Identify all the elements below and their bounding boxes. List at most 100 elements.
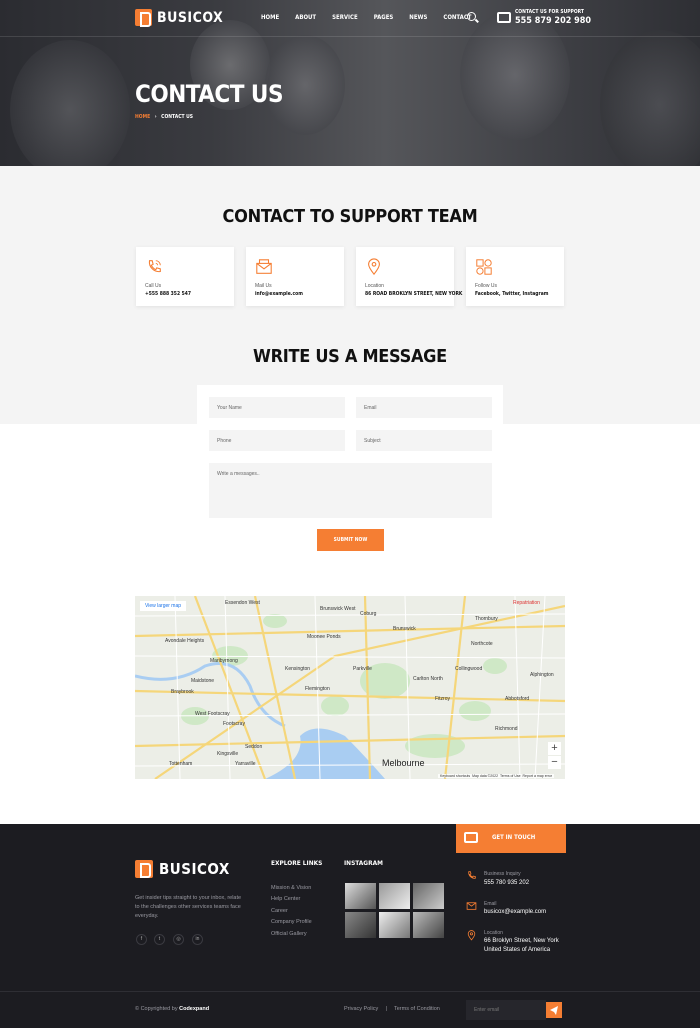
support-label: CONTACT US FOR SUPPORT [515, 9, 584, 15]
map-label: Northcote [471, 641, 493, 647]
map-label: Yarraville [235, 761, 256, 767]
explore-links-title: EXPLORE LINKS [271, 859, 323, 867]
contact-card-call[interactable]: Call Us +555 888 352 547 [136, 247, 234, 306]
phone-icon [468, 871, 476, 879]
breadcrumb-separator: › [154, 114, 157, 120]
map-label: Collingwood [455, 666, 483, 672]
breadcrumb-home[interactable]: HOME [135, 114, 150, 120]
phone-input[interactable]: Phone [209, 430, 345, 451]
map-label: Coburg [360, 611, 377, 617]
view-larger-map-link[interactable]: View larger map [140, 601, 187, 611]
email-input[interactable]: Email [356, 397, 492, 418]
map-footer-item: Map data ©2022 [472, 774, 499, 778]
location-icon [467, 930, 476, 941]
chat-icon [497, 12, 511, 23]
message-textarea[interactable]: Write a messages.. [209, 463, 492, 518]
footer-link[interactable]: Official Gallery [271, 931, 307, 937]
map-label: Maidstone [191, 678, 215, 684]
footer-link[interactable]: Mission & Vision [271, 885, 311, 891]
contact-label: Business Inquiry [484, 871, 521, 877]
map-city-label: Melbourne [382, 758, 425, 768]
page-title: CONTACT US [135, 80, 284, 108]
instagram-photo[interactable] [345, 883, 376, 909]
privacy-policy-link[interactable]: Privacy Policy [344, 1006, 378, 1012]
nav-item-about[interactable]: ABOUT [295, 14, 316, 21]
map-label: Repatriation [513, 600, 540, 606]
card-label: Location [365, 283, 384, 289]
terms-link[interactable]: Terms of Condition [394, 1006, 440, 1012]
map-label: Moonee Ponds [307, 634, 341, 640]
breadcrumb-current: CONTACT US [161, 114, 194, 120]
mail-icon [466, 902, 477, 910]
nav-item-service[interactable]: SERVICE [332, 14, 358, 21]
nav-item-news[interactable]: NEWS [409, 14, 427, 21]
map-footer-item[interactable]: Keyboard shortcuts [440, 774, 470, 778]
brand-name: BUSICOX [157, 9, 224, 26]
instagram-photo[interactable] [413, 883, 444, 909]
footer-description: Get insider tips straight to your inbox,… [135, 895, 242, 919]
footer-link[interactable]: Help Center [271, 896, 300, 902]
footer-logo[interactable]: BUSICOX [135, 860, 230, 878]
chat-icon [464, 832, 478, 843]
instagram-title: INSTAGRAM [344, 859, 383, 867]
instagram-photo[interactable] [379, 883, 410, 909]
newsletter-email-input[interactable]: Enter email [466, 1000, 546, 1020]
map-label: Abbotsford [505, 696, 530, 702]
submit-button[interactable]: SUBMIT NOW [317, 529, 384, 551]
linkedin-icon[interactable]: in [192, 934, 203, 945]
map-footer-item[interactable]: Terms of Use [500, 774, 521, 778]
footer-link[interactable]: Career [271, 908, 288, 914]
instagram-photo[interactable] [379, 912, 410, 938]
card-value: info@example.com [255, 291, 303, 297]
twitter-icon[interactable]: t [154, 934, 165, 945]
card-label: Mail Us [255, 283, 272, 289]
instagram-photo[interactable] [345, 912, 376, 938]
contact-card-follow[interactable]: Follow Us Facebook, Twitter, Instagram [466, 247, 564, 306]
nav-item-pages[interactable]: PAGES [374, 14, 394, 21]
map-label: Parkville [353, 666, 372, 672]
main-nav: HOME ABOUT SERVICE PAGES NEWS CONTACT [261, 14, 487, 21]
subject-input[interactable]: Subject [356, 430, 492, 451]
contact-value: 66 Broklyn Street, New York [484, 938, 559, 944]
card-label: Call Us [145, 283, 162, 289]
brand-logo[interactable]: BUSICOX [135, 9, 224, 27]
instagram-photo[interactable] [413, 912, 444, 938]
share-icon [476, 259, 492, 275]
contact-label: Email [484, 901, 497, 907]
footer-separator: | [386, 1006, 388, 1012]
zoom-out-button[interactable]: − [548, 756, 561, 769]
contact-card-mail[interactable]: Mail Us info@example.com [246, 247, 344, 306]
map-label: Essendon West [225, 600, 260, 606]
map-label: Seddon [245, 744, 263, 750]
map-label: Kensington [285, 666, 311, 672]
map-label: Fitzroy [435, 696, 450, 702]
footer-link[interactable]: Company Profile [271, 919, 312, 925]
contact-value: United States of America [484, 947, 551, 953]
location-map[interactable]: View larger map Essendon West Brunswick … [135, 596, 565, 779]
map-attribution: Keyboard shortcuts Map data ©2022 Terms … [438, 774, 555, 778]
card-value: Facebook, Twitter, Instagram [475, 291, 549, 297]
card-value: 86 ROAD BROKLYN STREET, NEW YORK [365, 291, 463, 297]
support-title: CONTACT TO SUPPORT TEAM [222, 206, 478, 227]
contact-card-location[interactable]: Location 86 ROAD BROKLYN STREET, NEW YOR… [356, 247, 462, 306]
send-icon [550, 1006, 558, 1015]
map-label: Thornbury [475, 616, 498, 622]
support-phone[interactable]: 555 879 202 980 [515, 16, 591, 26]
nav-item-home[interactable]: HOME [261, 14, 279, 21]
footer-brand-name: BUSICOX [159, 860, 230, 878]
contact-label: Location [484, 930, 503, 936]
facebook-icon[interactable]: f [136, 934, 147, 945]
map-label: Tottenham [169, 761, 193, 767]
newsletter-submit-button[interactable] [546, 1002, 562, 1018]
map-roads [135, 596, 565, 779]
map-footer-item[interactable]: Report a map error [523, 774, 553, 778]
copyright-brand[interactable]: Codexpand [179, 1006, 209, 1012]
search-icon[interactable] [467, 12, 476, 21]
instagram-icon[interactable]: ◎ [173, 934, 184, 945]
map-label: Braybrook [171, 689, 194, 695]
name-input[interactable]: Your Name [209, 397, 345, 418]
map-label: Maribyrnong [210, 658, 238, 664]
breadcrumb: HOME › CONTACT US [135, 114, 193, 120]
zoom-in-button[interactable]: + [548, 742, 561, 755]
map-label: West Footscray [195, 711, 230, 717]
